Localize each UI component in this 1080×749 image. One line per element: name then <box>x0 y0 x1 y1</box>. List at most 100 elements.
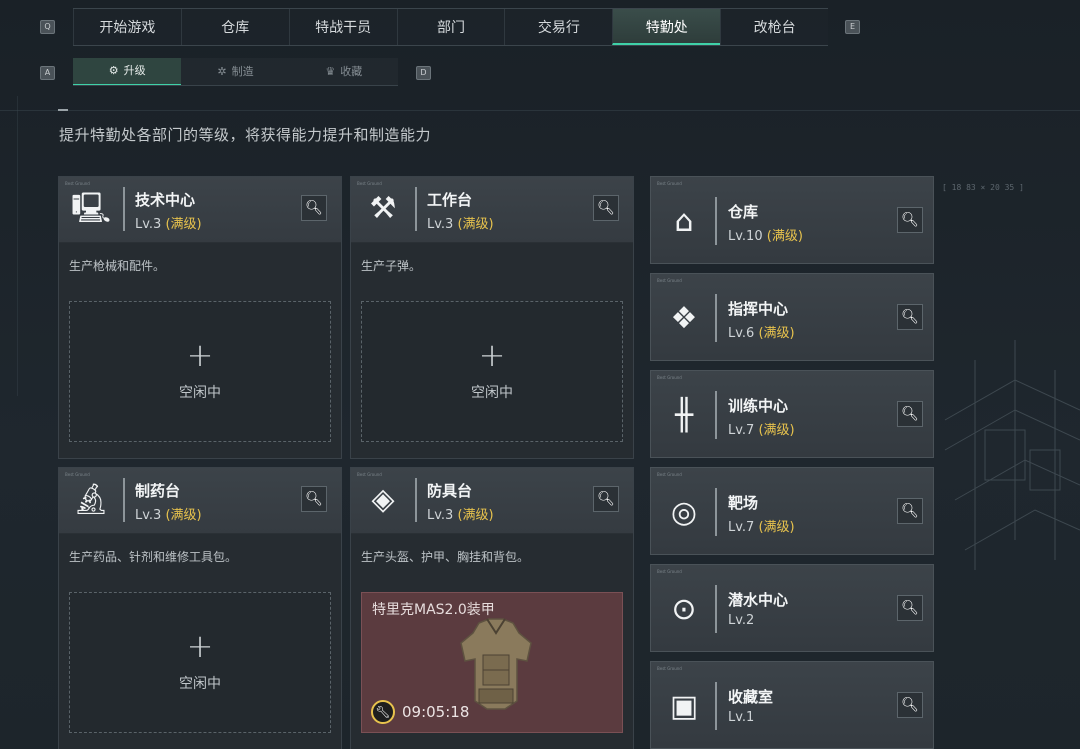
workstation-card-workbench[interactable]: Best Ground ⚒ 工作台 Lv.3 (满级) 🔍︎ 生产子弹。 + 空… <box>350 176 634 459</box>
card-tiny-label: Best Ground <box>65 181 90 186</box>
card-title: 靶场 <box>728 494 759 512</box>
subtab-craft[interactable]: ✲ 制造 <box>181 58 289 85</box>
production-slot[interactable]: + 空闲中 <box>361 301 623 442</box>
target-icon: ◎ <box>670 495 698 530</box>
max-level-badge: (满级) <box>758 326 795 341</box>
max-level-badge: (满级) <box>457 508 494 523</box>
department-card-command[interactable]: Best Ground ❖ 指挥中心 Lv.6 (满级) 🔍︎ <box>650 273 934 361</box>
key-hint-d: D <box>416 66 431 80</box>
card-level: Lv.6 (满级) <box>728 322 795 341</box>
department-card-training[interactable]: Best Ground ╫ 训练中心 Lv.7 (满级) 🔍︎ <box>650 370 934 458</box>
level-value: Lv.10 <box>728 229 763 244</box>
page-description: 提升特勤处各部门的等级，将获得能力提升和制造能力 <box>59 126 432 144</box>
sub-navigation: ⚙ 升级 ✲ 制造 ♛ 收藏 <box>73 58 398 86</box>
gear-icon: ✲ <box>217 64 227 78</box>
search-icon[interactable]: 🔍︎ <box>593 195 619 221</box>
search-icon[interactable]: 🔍︎ <box>897 401 923 427</box>
subtab-upgrade[interactable]: ⚙ 升级 <box>73 58 182 85</box>
department-card-collection[interactable]: Best Ground ▣ 收藏室 Lv.1 🔍︎ <box>650 661 934 749</box>
plus-icon: + <box>186 336 214 374</box>
search-icon[interactable]: 🔍︎ <box>897 304 923 330</box>
department-card-warehouse[interactable]: Best Ground ⌂ 仓库 Lv.10 (满级) 🔍︎ <box>650 176 934 264</box>
search-icon[interactable]: 🔍︎ <box>897 207 923 233</box>
card-title: 制药台 <box>135 482 181 500</box>
card-header: Best Ground ◈ 防具台 Lv.3 (满级) 🔍︎ <box>351 468 633 534</box>
key-hint-e: E <box>845 20 860 34</box>
tools-icon: ⚒ <box>369 191 397 226</box>
key-hint-a: A <box>40 66 55 80</box>
card-tiny-label: Best Ground <box>357 472 382 477</box>
level-value: Lv.6 <box>728 326 755 341</box>
divider <box>715 585 717 633</box>
workstation-card-pharmacy[interactable]: Best Ground 🔬︎ 制药台 Lv.3 (满级) 🔍︎ 生产药品、针剂和… <box>58 467 342 749</box>
tab-trading[interactable]: 交易行 <box>504 9 612 45</box>
tab-warehouse[interactable]: 仓库 <box>180 9 289 45</box>
card-level: Lv.7 (满级) <box>728 516 795 535</box>
warehouse-icon: ⌂ <box>674 204 694 239</box>
workstation-card-tech[interactable]: Best Ground 🖳 技术中心 Lv.3 (满级) 🔍︎ 生产枪械和配件。… <box>58 176 342 459</box>
search-icon[interactable]: 🔍︎ <box>301 195 327 221</box>
card-title: 指挥中心 <box>728 300 789 318</box>
tab-gunsmith[interactable]: 改枪台 <box>720 9 828 45</box>
department-card-range[interactable]: Best Ground ◎ 靶场 Lv.7 (满级) 🔍︎ <box>650 467 934 555</box>
department-card-diving[interactable]: Best Ground ⊙ 潜水中心 Lv.2 🔍︎ <box>650 564 934 652</box>
armor-boxes-icon: ◈ <box>371 482 395 517</box>
microscope-icon: 🔬︎ <box>71 482 111 517</box>
wrench-timer-icon: 🔧︎ <box>371 700 395 724</box>
top-navigation: 开始游戏 仓库 特战干员 部门 交易行 特勤处 改枪台 <box>73 8 828 46</box>
max-level-badge: (满级) <box>758 520 795 535</box>
crafting-timer: 09:05:18 <box>402 703 470 721</box>
card-header: Best Ground 🔬︎ 制药台 Lv.3 (满级) 🔍︎ <box>59 468 341 534</box>
subtab-craft-label: 制造 <box>231 64 254 78</box>
level-value: Lv.3 <box>427 508 454 523</box>
workstation-card-armor[interactable]: Best Ground ◈ 防具台 Lv.3 (满级) 🔍︎ 生产头盔、护甲、胸… <box>350 467 634 749</box>
card-description: 生产药品、针剂和维修工具包。 <box>69 550 238 564</box>
crafting-slot[interactable]: 特里克MAS2.0装甲 🔧︎ 09:05:18 <box>361 592 623 733</box>
tab-special-ops[interactable]: 特勤处 <box>612 9 721 45</box>
card-level: Lv.3 (满级) <box>135 213 202 232</box>
search-icon[interactable]: 🔍︎ <box>897 692 923 718</box>
tab-operators[interactable]: 特战干员 <box>288 9 397 45</box>
max-level-badge: (满级) <box>766 229 803 244</box>
card-level: Lv.10 (满级) <box>728 225 803 244</box>
background-structure-graphic <box>944 340 1080 570</box>
search-icon[interactable]: 🔍︎ <box>897 498 923 524</box>
card-tiny-label: Best Ground <box>657 278 682 283</box>
card-tiny-label: Best Ground <box>657 569 682 574</box>
card-description: 生产子弹。 <box>361 259 422 273</box>
subtab-collection[interactable]: ♛ 收藏 <box>290 58 398 85</box>
search-icon[interactable]: 🔍︎ <box>301 486 327 512</box>
card-tiny-label: Best Ground <box>657 375 682 380</box>
collection-icon: ▣ <box>669 689 699 724</box>
subtab-upgrade-label: 升级 <box>123 64 146 77</box>
level-value: Lv.1 <box>728 710 755 725</box>
tab-start-game[interactable]: 开始游戏 <box>73 9 181 45</box>
card-tiny-label: Best Ground <box>657 666 682 671</box>
card-tiny-label: Best Ground <box>657 472 682 477</box>
card-description: 生产头盔、护甲、胸挂和背包。 <box>361 550 530 564</box>
card-level: Lv.3 (满级) <box>427 213 494 232</box>
upgrade-icon: ⚙ <box>108 64 119 77</box>
production-slot[interactable]: + 空闲中 <box>69 301 331 442</box>
trophy-icon: ♛ <box>325 64 336 78</box>
divider <box>715 197 717 245</box>
card-level: Lv.1 <box>728 710 754 725</box>
slot-status: 空闲中 <box>471 385 513 401</box>
card-level: Lv.7 (满级) <box>728 419 795 438</box>
card-tiny-label: Best Ground <box>65 472 90 477</box>
card-level: Lv.2 <box>728 613 754 628</box>
level-value: Lv.7 <box>728 423 755 438</box>
subtab-collection-label: 收藏 <box>340 64 363 78</box>
divider <box>715 294 717 342</box>
divider <box>123 478 125 522</box>
production-slot[interactable]: + 空闲中 <box>69 592 331 733</box>
divider <box>123 187 125 231</box>
search-icon[interactable]: 🔍︎ <box>593 486 619 512</box>
plus-icon: + <box>478 336 506 374</box>
divider <box>415 478 417 522</box>
tab-departments[interactable]: 部门 <box>396 9 505 45</box>
search-icon[interactable]: 🔍︎ <box>897 595 923 621</box>
divider <box>415 187 417 231</box>
slot-status: 空闲中 <box>179 385 221 401</box>
level-value: Lv.2 <box>728 613 755 628</box>
